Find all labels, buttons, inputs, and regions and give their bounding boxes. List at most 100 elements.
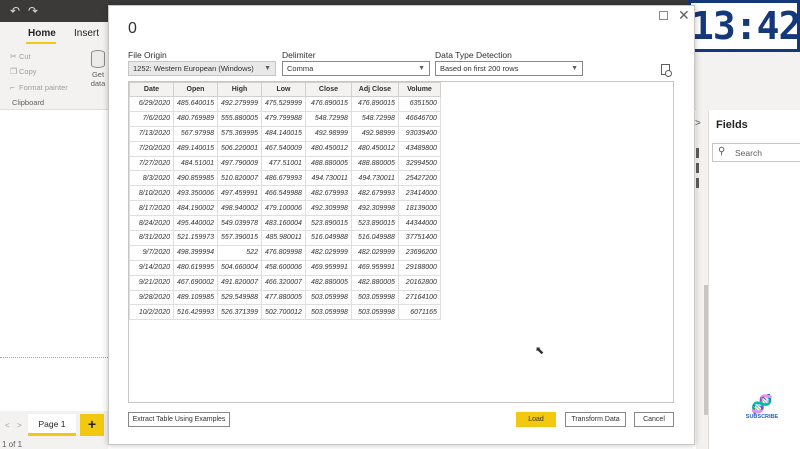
table-cell: 480.450012 (350, 140, 399, 157)
table-cell: 25427200 (397, 170, 441, 187)
table-cell: 523.890015 (350, 215, 399, 232)
page-prev-icon[interactable]: < (5, 421, 10, 430)
preview-table: Date Open High Low Close Adj Close Volum… (129, 82, 441, 321)
table-row: 9/21/2020 467.690002 491.820007 466.320007 4… (129, 274, 441, 291)
table-header-row: Date Open High Low Close Adj Close Volum… (129, 82, 441, 97)
table-cell: 555.880005 (216, 110, 262, 127)
delimiter-select[interactable]: Comma ▼ (282, 61, 430, 76)
table-cell: 6351500 (397, 96, 441, 112)
table-cell: 494.730011 (304, 170, 352, 187)
table-cell: 498.399994 (173, 244, 218, 261)
tab-insert[interactable]: Insert (74, 28, 99, 39)
page-settings-icon[interactable] (661, 64, 672, 77)
table-cell: 32994500 (397, 155, 441, 172)
table-cell: 548.72998 (304, 110, 352, 127)
table-cell: 476.890015 (350, 96, 399, 112)
column-header: Date (129, 82, 174, 97)
fields-search-input[interactable]: ⚲ Search (712, 143, 800, 162)
table-cell: 8/10/2020 (129, 185, 174, 202)
get-data-button[interactable]: Get data (88, 50, 108, 88)
tab-home[interactable]: Home (28, 28, 56, 39)
table-row: 8/31/2020 521.159973 557.390015 485.980011 5… (129, 230, 441, 246)
table-cell: 482.880005 (350, 274, 399, 291)
undo-icon[interactable]: ↶ (10, 4, 20, 18)
table-row: 7/27/2020 484.51001 497.790009 477.51001 488… (129, 155, 441, 172)
format-painter-button[interactable]: ⌐ Format painter (10, 83, 68, 92)
cancel-button[interactable]: Cancel (634, 412, 674, 427)
table-cell: 27164100 (397, 289, 441, 306)
subscribe-label: SUBSCRIBE (745, 414, 779, 420)
table-cell: 9/14/2020 (129, 259, 174, 276)
table-cell: 492.98999 (350, 125, 399, 142)
page-count: 1 of 1 (2, 440, 23, 449)
active-tab-indicator (26, 42, 56, 44)
table-cell: 549.039978 (216, 215, 262, 232)
table-cell: 523.890015 (304, 215, 352, 232)
transform-data-button[interactable]: Transform Data (565, 412, 626, 427)
cut-button[interactable]: ✂ Cut (10, 52, 31, 61)
table-cell: 516.049988 (304, 230, 352, 246)
table-cell: 498.940002 (216, 200, 262, 217)
table-row: 8/24/2020 495.440002 549.039978 483.160004 5… (129, 215, 441, 232)
search-placeholder: Search (735, 148, 762, 158)
database-icon (91, 50, 105, 68)
table-cell: 476.809998 (260, 244, 306, 261)
file-origin-select[interactable]: 1252: Western European (Windows) ▼ (128, 61, 276, 76)
table-cell: 9/7/2020 (129, 244, 174, 261)
table-cell: 485.640015 (173, 96, 218, 112)
table-cell: 492.309998 (350, 200, 399, 217)
table-row: 8/17/2020 484.190002 498.940002 479.100006 4… (129, 200, 441, 217)
table-cell: 494.730011 (350, 170, 399, 187)
table-cell: 476.890015 (304, 96, 352, 112)
page-tab-1[interactable]: Page 1 (28, 414, 76, 436)
table-cell: 503.059998 (304, 289, 352, 306)
table-cell: 503.059998 (350, 304, 399, 321)
search-icon: ⚲ (718, 146, 726, 157)
table-cell: 484.190002 (173, 200, 218, 217)
table-cell: 467.540009 (260, 140, 306, 157)
column-header: Open (173, 82, 218, 97)
table-cell: 488.880005 (304, 155, 352, 172)
close-icon[interactable]: ✕ (678, 7, 690, 24)
load-button[interactable]: Load (516, 412, 556, 427)
table-cell: 503.059998 (304, 304, 352, 321)
table-cell: 548.72998 (350, 110, 399, 127)
table-cell: 522 (216, 244, 262, 261)
copy-button[interactable]: ❐ Copy (10, 67, 37, 76)
redo-icon[interactable]: ↷ (28, 4, 38, 18)
table-cell: 503.059998 (350, 289, 399, 306)
table-cell: 488.880005 (350, 155, 399, 172)
collapse-fields-icon[interactable]: > (695, 118, 701, 129)
table-cell: 567.97998 (173, 125, 218, 142)
table-cell: 466.549988 (260, 185, 306, 202)
pane-tick (696, 163, 699, 173)
table-row: 7/13/2020 567.97998 575.369995 484.140015 49… (129, 125, 441, 142)
table-cell: 477.51001 (260, 155, 306, 172)
clock-overlay: 13:42 (688, 0, 800, 52)
delimiter-label: Delimiter (282, 50, 316, 60)
table-cell: 8/3/2020 (129, 170, 174, 187)
data-preview: Date Open High Low Close Adj Close Volum… (128, 81, 674, 403)
column-header: Low (260, 82, 306, 97)
detection-select[interactable]: Based on first 200 rows ▼ (435, 61, 583, 76)
add-page-button[interactable]: + (80, 414, 104, 436)
table-cell: 29188000 (397, 259, 441, 276)
table-cell: 510.820007 (216, 170, 262, 187)
page-next-icon[interactable]: > (17, 421, 22, 430)
table-cell: 492.98999 (304, 125, 352, 142)
csv-import-dialog: 0 ✕ File Origin 1252: Western European (… (108, 5, 695, 445)
table-cell: 469.959991 (350, 259, 399, 276)
table-cell: 480.450012 (304, 140, 352, 157)
subscribe-badge[interactable]: 🧬 SUBSCRIBE (744, 394, 780, 420)
extract-table-button[interactable]: Extract Table Using Examples (128, 412, 230, 427)
table-row: 9/14/2020 480.619995 504.660004 458.600006 4… (129, 259, 441, 276)
table-cell: 526.371399 (216, 304, 262, 321)
table-cell: 46646700 (397, 110, 441, 127)
table-cell: 23696200 (397, 244, 441, 261)
table-cell: 516.049988 (350, 230, 399, 246)
table-cell: 10/2/2020 (129, 304, 174, 321)
canvas-divider (0, 357, 108, 358)
table-cell: 7/6/2020 (129, 110, 174, 127)
maximize-icon[interactable] (659, 11, 668, 20)
dna-icon: 🧬 (750, 394, 774, 414)
